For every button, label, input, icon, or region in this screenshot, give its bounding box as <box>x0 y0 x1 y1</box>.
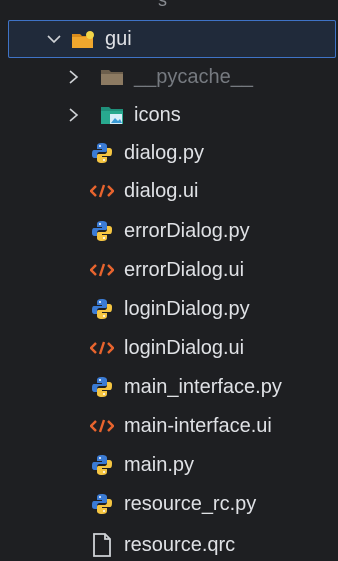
tree-folder-icons[interactable]: icons <box>8 96 336 134</box>
clipped-row-label: s <box>158 0 167 10</box>
code-tag-icon <box>90 414 114 438</box>
tree-item-label: loginDialog.py <box>124 297 250 320</box>
python-icon <box>90 375 114 399</box>
tree-item-label: icons <box>134 103 181 126</box>
python-icon <box>90 297 114 321</box>
tree-item-label: main-interface.ui <box>124 414 272 437</box>
folder-icon <box>100 65 124 89</box>
tree-file-resource-rc-py[interactable]: resource_rc.py <box>8 485 336 523</box>
folder-gui-icon <box>71 27 95 51</box>
tree-file-logindialog-ui[interactable]: loginDialog.ui <box>8 329 336 367</box>
tree-file-errordialog-py[interactable]: errorDialog.py <box>8 212 336 250</box>
tree-item-label: errorDialog.py <box>124 219 250 242</box>
tree-file-main-py[interactable]: main.py <box>8 446 336 484</box>
python-icon <box>90 492 114 516</box>
code-tag-icon <box>90 258 114 282</box>
python-icon <box>90 141 114 165</box>
tree-file-logindialog-py[interactable]: loginDialog.py <box>8 290 336 328</box>
tree-item-label: dialog.py <box>124 141 205 164</box>
tree-item-label: resource.qrc <box>124 533 236 556</box>
image-folder-icon <box>100 103 124 127</box>
tree-file-main-interface-ui[interactable]: main-interface.ui <box>8 407 336 445</box>
file-explorer: s gui __pycache__ icons dialog.py dialog… <box>8 0 336 561</box>
tree-item-label: resource_rc.py <box>124 492 257 515</box>
chevron-right-icon[interactable] <box>64 106 82 124</box>
tree-file-main-interface-py[interactable]: main_interface.py <box>8 368 336 406</box>
tree-file-resource-qrc[interactable]: resource.qrc <box>8 526 336 561</box>
tree-item-label: main_interface.py <box>124 375 282 398</box>
tree-file-dialog-ui[interactable]: dialog.ui <box>8 172 336 210</box>
code-tag-icon <box>90 336 114 360</box>
tree-item-label: dialog.ui <box>124 179 199 202</box>
tree-folder-pycache[interactable]: __pycache__ <box>8 58 336 96</box>
tree-item-label: __pycache__ <box>134 65 253 88</box>
code-tag-icon <box>90 179 114 203</box>
file-icon <box>90 533 114 557</box>
tree-folder-gui[interactable]: gui <box>8 20 336 58</box>
tree-item-label: errorDialog.ui <box>124 258 245 281</box>
python-icon <box>90 219 114 243</box>
python-icon <box>90 453 114 477</box>
tree-item-label: gui <box>105 27 132 50</box>
clipped-row: s <box>8 0 336 14</box>
chevron-down-icon[interactable] <box>45 30 63 48</box>
tree-file-dialog-py[interactable]: dialog.py <box>8 134 336 172</box>
tree-item-label: main.py <box>124 453 195 476</box>
tree-file-errordialog-ui[interactable]: errorDialog.ui <box>8 251 336 289</box>
chevron-right-icon[interactable] <box>64 68 82 86</box>
tree-item-label: loginDialog.ui <box>124 336 245 359</box>
